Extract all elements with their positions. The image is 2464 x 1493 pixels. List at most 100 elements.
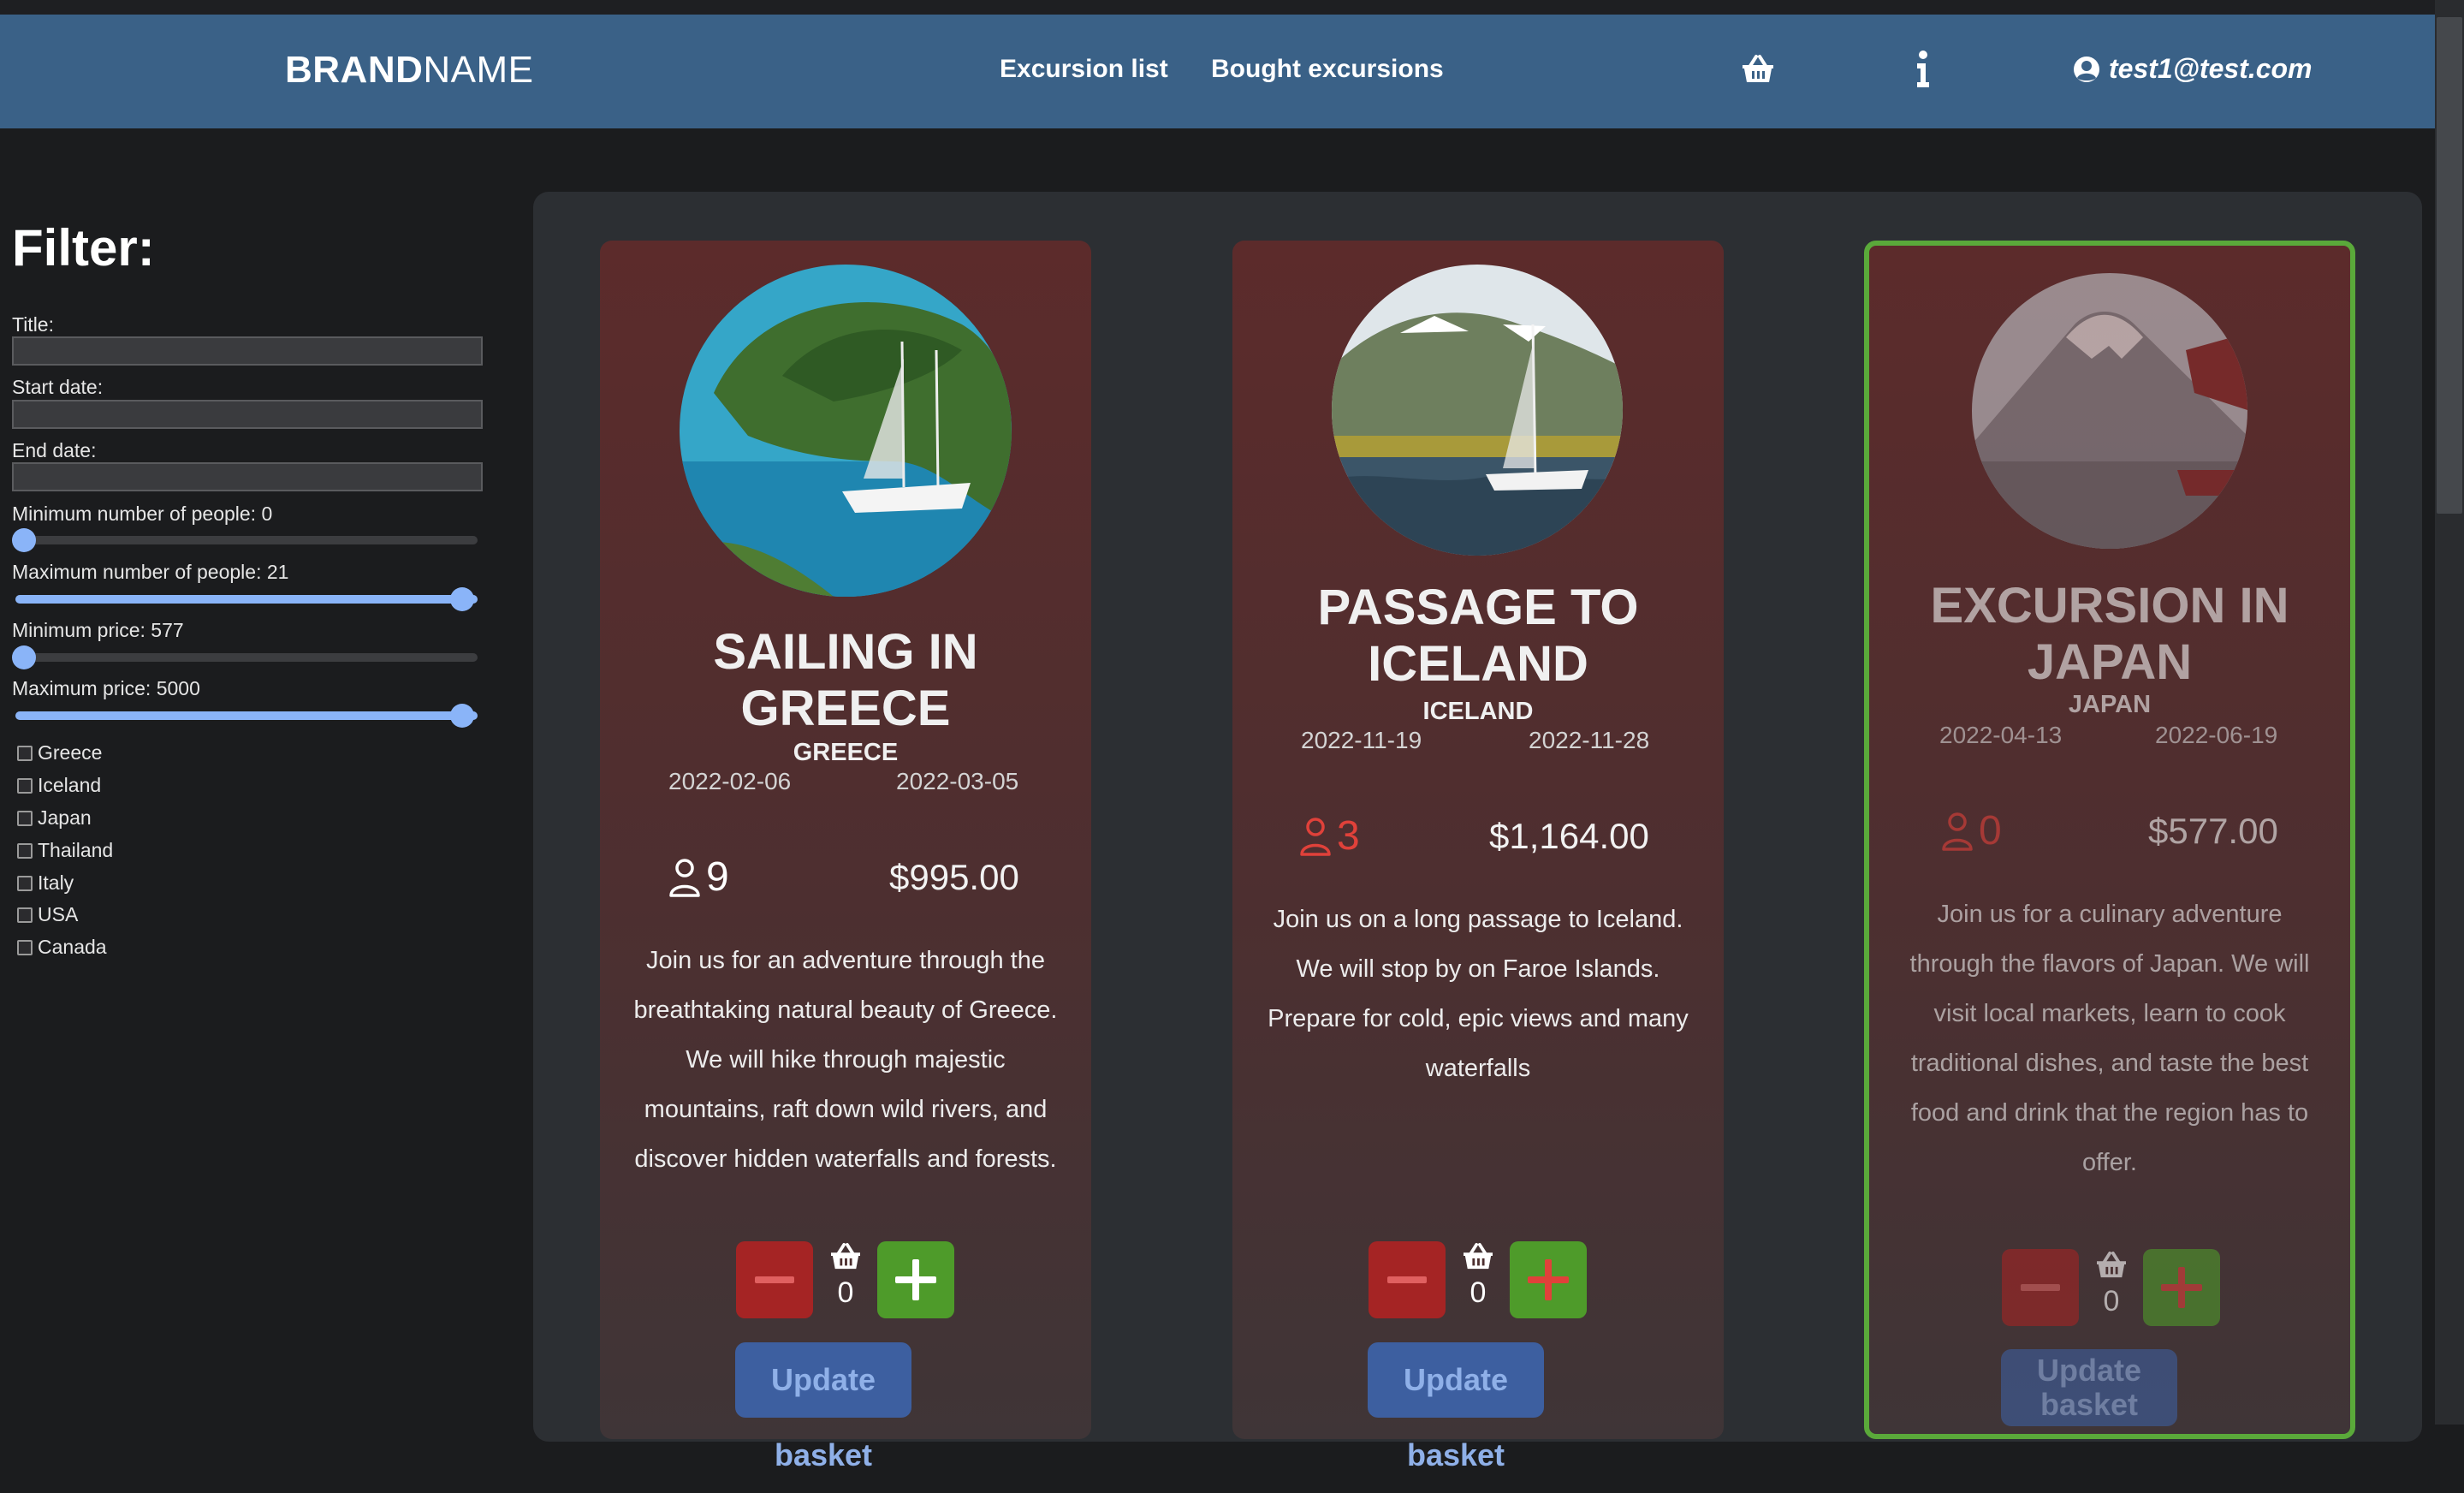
checkbox[interactable] <box>17 842 33 859</box>
excursion-price: $577.00 <box>2148 811 2278 851</box>
minus-icon <box>755 1276 794 1283</box>
excursion-description: Join us on a long passage to Iceland. We… <box>1268 906 1689 1082</box>
excursion-country: ICELAND <box>1422 698 1534 725</box>
excursion-start-date: 2022-02-06 <box>668 768 792 794</box>
page-scrollbar-thumb[interactable] <box>2437 17 2462 514</box>
excursion-start-date: 2022-11-19 <box>1301 727 1422 753</box>
update-basket-button[interactable]: Update basket <box>1368 1342 1544 1472</box>
checkbox-label: Canada <box>38 936 107 958</box>
people-count: 0 <box>1941 807 2002 854</box>
checkbox-label: Thailand <box>38 839 114 861</box>
country-checkbox-canada[interactable]: Canada <box>17 936 107 959</box>
end-date-label: End date: <box>12 439 97 461</box>
decrease-quantity-button[interactable] <box>2002 1249 2079 1326</box>
user-email: test1@test.com <box>2109 53 2313 84</box>
nav-bought-excursions[interactable]: Bought excursions <box>1211 55 1444 84</box>
slider-thumb[interactable] <box>450 704 474 728</box>
excursion-end-date: 2022-06-19 <box>2155 722 2278 748</box>
max-price-label: Maximum price: 5000 <box>12 677 200 699</box>
card-content: EXCURSION IN JAPAN JAPAN 2022-04-13 2022… <box>1869 246 2350 1434</box>
excursion-title-line-1: PASSAGE TO <box>1317 580 1639 635</box>
checkbox-label: Greece <box>38 741 103 764</box>
country-checkbox-thailand[interactable]: Thailand <box>17 839 113 862</box>
start-date-input[interactable] <box>12 400 483 429</box>
excursion-card-selected: EXCURSION IN JAPAN JAPAN 2022-04-13 2022… <box>1864 241 2355 1439</box>
nav-excursion-list[interactable]: Excursion list <box>1000 55 1168 84</box>
basket-icon[interactable] <box>1736 47 1780 92</box>
minus-icon <box>2021 1284 2060 1291</box>
basket-icon <box>829 1242 862 1276</box>
min-people-label: Minimum number of people: 0 <box>12 503 273 525</box>
checkbox-label: Japan <box>38 806 92 829</box>
excursion-card: PASSAGE TO ICELAND ICELAND 2022-11-19 20… <box>1232 241 1724 1472</box>
person-icon <box>669 858 700 897</box>
min-price-slider[interactable] <box>12 645 478 669</box>
title-label: Title: <box>12 313 54 336</box>
country-checkbox-usa[interactable]: USA <box>17 903 78 926</box>
slider-thumb[interactable] <box>12 528 36 552</box>
increase-quantity-button[interactable] <box>877 1241 954 1318</box>
user-menu[interactable]: test1@test.com <box>2073 53 2313 85</box>
excursion-title-line-2: ICELAND <box>1368 636 1588 692</box>
checkbox[interactable] <box>17 810 33 826</box>
increase-quantity-button[interactable] <box>2143 1249 2220 1326</box>
excursion-end-date: 2022-11-28 <box>1529 727 1650 753</box>
slider-fill <box>15 711 478 720</box>
excursion-country: GREECE <box>793 739 899 766</box>
people-count-value: 9 <box>706 854 729 900</box>
min-people-slider[interactable] <box>12 528 478 552</box>
slider-fill <box>15 595 478 604</box>
title-input[interactable] <box>12 336 483 366</box>
excursion-country: JAPAN <box>2068 691 2152 718</box>
checkbox-label: Italy <box>38 871 74 894</box>
excursion-title-line-2: GREECE <box>740 681 951 736</box>
excursion-photo <box>1332 265 1623 556</box>
min-price-label: Minimum price: 577 <box>12 619 184 641</box>
checkbox[interactable] <box>17 745 33 761</box>
slider-thumb[interactable] <box>450 587 474 611</box>
info-icon[interactable] <box>1901 47 1945 92</box>
plus-icon <box>1528 1259 1569 1300</box>
excursion-title-line-2: JAPAN <box>2027 634 2193 690</box>
excursion-price: $1,164.00 <box>1489 816 1649 856</box>
excursion-photo <box>680 265 1012 597</box>
basket-icon <box>1462 1242 1494 1276</box>
excursion-price: $995.00 <box>889 857 1019 897</box>
update-basket-button[interactable]: Update basket <box>735 1342 911 1472</box>
update-basket-button[interactable]: Update basket <box>2001 1349 2177 1426</box>
country-checkbox-italy[interactable]: Italy <box>17 871 74 895</box>
person-icon <box>1300 817 1331 856</box>
checkbox-label: USA <box>38 903 79 925</box>
excursion-end-date: 2022-03-05 <box>896 768 1019 794</box>
start-date-label: Start date: <box>12 376 104 398</box>
filter-controls: Title: Start date: End date: Minimum num… <box>12 0 500 1425</box>
people-count: 3 <box>1299 812 1360 860</box>
checkbox[interactable] <box>17 777 33 794</box>
increase-quantity-button[interactable] <box>1510 1241 1587 1318</box>
decrease-quantity-button[interactable] <box>1369 1241 1446 1318</box>
people-count: 9 <box>668 854 729 901</box>
excursion-title-line-1: EXCURSION IN <box>1930 578 2289 633</box>
max-price-slider[interactable] <box>15 704 478 728</box>
checkbox[interactable] <box>17 875 33 891</box>
country-checkbox-japan[interactable]: Japan <box>17 806 92 830</box>
country-checkbox-iceland[interactable]: Iceland <box>17 774 101 797</box>
basket-quantity: 0 <box>837 1276 854 1309</box>
checkbox[interactable] <box>17 907 33 923</box>
excursion-photo <box>1972 273 2247 549</box>
people-count-value: 0 <box>1979 808 2002 854</box>
excursion-title-line-1: SAILING IN <box>713 624 978 680</box>
slider-thumb[interactable] <box>12 645 36 669</box>
checkbox-label: Iceland <box>38 774 102 796</box>
end-date-input[interactable] <box>12 462 483 491</box>
checkbox[interactable] <box>17 939 33 955</box>
update-basket-label-line-1: Update <box>2036 1353 2141 1388</box>
excursion-description: Join us for a culinary adventure through… <box>1909 901 2310 1176</box>
excursion-card: SAILING IN GREECE GREECE 2022-02-06 2022… <box>600 241 1091 1472</box>
decrease-quantity-button[interactable] <box>736 1241 813 1318</box>
plus-icon <box>895 1259 936 1300</box>
max-people-slider[interactable] <box>15 587 478 611</box>
country-checkbox-greece[interactable]: Greece <box>17 741 102 764</box>
max-people-label: Maximum number of people: 21 <box>12 561 289 583</box>
excursion-start-date: 2022-04-13 <box>1939 722 2063 748</box>
